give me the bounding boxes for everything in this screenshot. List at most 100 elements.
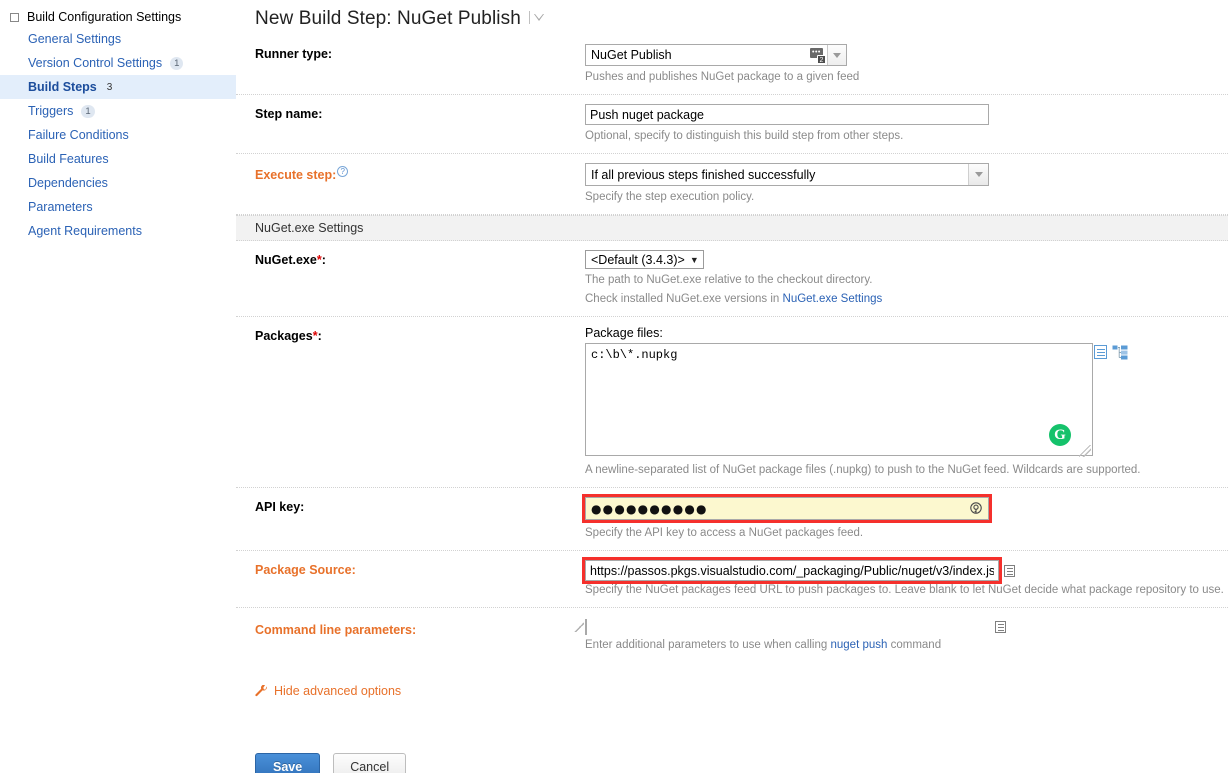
command-line-field: Enter additional parameters to use when … (574, 619, 1228, 653)
packages-field: Package files: c:\b\*.nupkg G A newline-… (585, 326, 1228, 478)
autocomplete-suggestions-icon[interactable]: ••• 2 (810, 48, 826, 64)
input-resize-handle[interactable] (574, 622, 584, 632)
packages-hint: A newline-separated list of NuGet packag… (585, 464, 1141, 476)
sidebar-badge: 1 (170, 56, 184, 70)
sidebar-item-label: Agent Requirements (28, 224, 142, 238)
dots-glyph: ••• (812, 48, 821, 56)
help-icon[interactable]: ? (337, 166, 349, 177)
runner-type-hint: Pushes and publishes NuGet package to a … (585, 71, 860, 83)
tree-collapse-icon[interactable] (10, 12, 19, 22)
step-name-hint: Optional, specify to distinguish this bu… (585, 130, 904, 142)
package-files-textarea-wrap: G (585, 343, 1128, 459)
sidebar-item-parameters[interactable]: Parameters (0, 195, 236, 219)
hint-prefix: Check installed NuGet.exe versions in (585, 293, 783, 305)
step-name-field: Optional, specify to distinguish this bu… (585, 104, 1228, 144)
password-manager-icon[interactable] (969, 501, 983, 516)
runner-type-dropdown-button[interactable] (827, 45, 846, 65)
packages-label-text: Packages (255, 329, 313, 343)
chevron-down-icon (974, 172, 983, 177)
sidebar-item-label: Failure Conditions (28, 128, 129, 142)
row-nuget-exe: NuGet.exe*: <Default (3.4.3)> ▼ The path… (236, 241, 1228, 317)
execute-step-dropdown-button[interactable] (968, 164, 988, 185)
suggestion-count-badge: 2 (817, 55, 826, 64)
page-title-text: New Build Step: NuGet Publish (255, 8, 521, 29)
save-button[interactable]: Save (255, 753, 321, 773)
command-line-hint: Enter additional parameters to use when … (585, 638, 1228, 653)
chevron-down-icon: ▼ (689, 254, 699, 265)
nuget-exe-value: <Default (3.4.3)> (591, 252, 685, 267)
package-source-input[interactable] (585, 560, 999, 581)
row-api-key: API key: ●●●●●●●●●● Specify the API key … (236, 488, 1228, 551)
sidebar-item-build-steps[interactable]: Build Steps 3 (0, 75, 236, 99)
edit-in-window-icon[interactable] (995, 621, 1006, 633)
nuget-exe-settings-link[interactable]: NuGet.exe Settings (783, 293, 883, 305)
execute-step-value: If all previous steps finished successfu… (591, 167, 816, 182)
nuget-exe-field: <Default (3.4.3)> ▼ The path to NuGet.ex… (585, 250, 1228, 307)
sidebar-item-label: Parameters (28, 200, 93, 214)
sidebar-item-triggers[interactable]: Triggers 1 (0, 99, 236, 123)
command-line-input-wrap (574, 619, 989, 635)
sidebar-item-build-features[interactable]: Build Features (0, 147, 236, 171)
package-source-highlight (582, 557, 1002, 584)
page-title-menu-button[interactable] (528, 11, 545, 24)
package-files-sublabel: Package files: (585, 326, 663, 340)
edit-in-window-icon[interactable] (1004, 564, 1015, 577)
main-content: New Build Step: NuGet Publish Runner typ… (236, 0, 1228, 773)
file-tree-browse-icon[interactable] (1112, 345, 1128, 360)
execute-step-label: Execute step:? (255, 163, 585, 205)
sidebar-root-build-configuration-settings[interactable]: Build Configuration Settings (0, 7, 236, 27)
page-title: New Build Step: NuGet Publish (236, 0, 1228, 30)
row-step-name: Step name: Optional, specify to distingu… (236, 95, 1228, 154)
edit-in-window-icon[interactable] (1094, 345, 1107, 359)
runner-type-value: NuGet Publish (591, 48, 672, 62)
row-command-line-parameters: Command line parameters: Enter additiona… (236, 608, 1228, 662)
package-source-field: Specify the NuGet packages feed URL to p… (582, 557, 1228, 598)
row-runner-type: Runner type: NuGet Publish ••• 2 Pushes … (236, 30, 1228, 95)
execute-step-select[interactable]: If all previous steps finished successfu… (585, 163, 989, 186)
nuget-exe-label-text: NuGet.exe (255, 253, 317, 267)
sidebar-item-label: Version Control Settings (28, 56, 163, 70)
runner-type-combobox[interactable]: NuGet Publish ••• 2 (585, 44, 847, 66)
execute-step-label-text: Execute step: (255, 168, 337, 183)
nuget-exe-hint-2: Check installed NuGet.exe versions in Nu… (585, 292, 1228, 307)
api-key-field: ●●●●●●●●●● Specify the API key to access… (582, 494, 1228, 541)
package-files-textarea[interactable] (585, 343, 1093, 456)
hide-advanced-options-toggle[interactable]: Hide advanced options (236, 662, 1228, 698)
nuget-exe-select[interactable]: <Default (3.4.3)> ▼ (585, 250, 704, 269)
nuget-push-link[interactable]: nuget push (830, 639, 887, 651)
sidebar-item-version-control-settings[interactable]: Version Control Settings 1 (0, 51, 236, 75)
sidebar-item-general-settings[interactable]: General Settings (0, 27, 236, 51)
api-key-input[interactable]: ●●●●●●●●●● (585, 497, 989, 520)
form-actions: Save Cancel (236, 698, 1228, 773)
sidebar-item-agent-requirements[interactable]: Agent Requirements (0, 219, 236, 243)
api-key-label: API key: (255, 500, 305, 514)
wrench-icon (255, 684, 268, 698)
cancel-button[interactable]: Cancel (333, 753, 407, 773)
wrench-svg (255, 684, 267, 696)
row-package-source: Package Source: Specify the NuGet packag… (236, 551, 1228, 608)
sidebar-item-label: Build Steps (28, 80, 97, 94)
api-key-value: ●●●●●●●●●● (591, 501, 708, 516)
hint-suffix: command (887, 639, 942, 651)
chevron-down-icon (833, 52, 841, 58)
packages-label: Packages*: (255, 329, 322, 343)
sidebar-item-dependencies[interactable]: Dependencies (0, 171, 236, 195)
step-name-input[interactable] (585, 104, 989, 125)
command-line-input[interactable] (574, 619, 587, 635)
sidebar-item-failure-conditions[interactable]: Failure Conditions (0, 123, 236, 147)
password-manager-svg (970, 501, 982, 514)
sidebar-item-label: Build Features (28, 152, 109, 166)
textarea-resize-handle[interactable] (1079, 445, 1091, 457)
step-name-label: Step name: (255, 107, 323, 121)
api-key-highlight: ●●●●●●●●●● (582, 494, 992, 523)
hide-advanced-options-label: Hide advanced options (274, 684, 402, 698)
grammarly-icon[interactable]: G (1049, 424, 1071, 446)
section-header-nuget-exe-settings: NuGet.exe Settings (236, 215, 1228, 241)
execute-step-hint: Specify the step execution policy. (585, 191, 755, 203)
api-key-hint: Specify the API key to access a NuGet pa… (585, 527, 864, 539)
execute-step-field: If all previous steps finished successfu… (585, 163, 1228, 205)
nuget-exe-hint-1: The path to NuGet.exe relative to the ch… (585, 274, 873, 286)
app-root: Build Configuration Settings General Set… (0, 0, 1228, 773)
nuget-exe-label: NuGet.exe*: (255, 253, 326, 267)
required-marker: * (312, 329, 318, 343)
